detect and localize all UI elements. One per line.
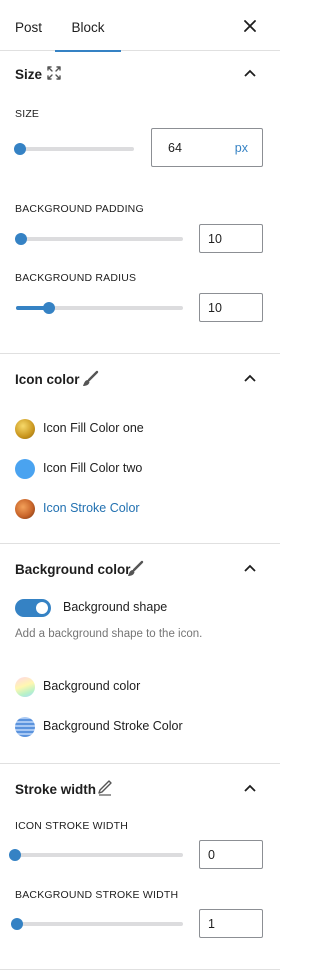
- background-stroke-width-slider-thumb[interactable]: [10, 918, 23, 930]
- size-panel-title[interactable]: Size: [15, 67, 42, 82]
- background-stroke-width-slider[interactable]: [10, 918, 183, 930]
- icon-color-panel: Icon color Icon Fill Color one Icon Fill…: [0, 354, 280, 544]
- close-icon[interactable]: [241, 17, 259, 35]
- size-slider-thumb[interactable]: [13, 143, 26, 155]
- chevron-up-icon[interactable]: [243, 563, 257, 573]
- background-color-panel-title[interactable]: Background color: [15, 562, 131, 577]
- background-padding-value: 10: [208, 231, 222, 246]
- color-swatch: [15, 459, 35, 479]
- size-value: 64: [168, 140, 182, 155]
- sidebar-tabs: Post Block: [0, 0, 280, 52]
- color-option-label: Icon Fill Color two: [43, 461, 143, 475]
- background-stroke-width-label: BACKGROUND STROKE WIDTH: [15, 889, 179, 901]
- tab-post[interactable]: Post: [15, 0, 42, 51]
- pencil-icon: [98, 780, 112, 796]
- background-stroke-color-option[interactable]: Background Stroke Color: [15, 716, 215, 738]
- background-radius-input[interactable]: 10: [199, 293, 263, 322]
- icon-stroke-width-slider[interactable]: [9, 849, 183, 861]
- background-shape-help: Add a background shape to the icon.: [15, 628, 203, 640]
- chevron-up-icon[interactable]: [243, 68, 257, 78]
- background-stroke-width-value: 1: [208, 916, 215, 931]
- background-padding-input[interactable]: 10: [199, 224, 263, 253]
- paint-brush-icon: [83, 370, 99, 386]
- resize-arrows-icon: [47, 66, 61, 80]
- icon-fill-color-one-option[interactable]: Icon Fill Color one: [15, 418, 195, 440]
- icon-stroke-width-value: 0: [208, 847, 215, 862]
- icon-stroke-width-slider-thumb[interactable]: [9, 849, 21, 861]
- size-input[interactable]: 64 px: [151, 128, 263, 167]
- background-stroke-width-input[interactable]: 1: [199, 909, 263, 938]
- background-padding-slider[interactable]: [15, 233, 183, 245]
- tab-block[interactable]: Block: [55, 0, 121, 52]
- icon-stroke-width-input[interactable]: 0: [199, 840, 263, 869]
- size-panel: Size SIZE 64 px BACKGROUND PADDING 10 BA…: [0, 51, 280, 354]
- color-swatch: [15, 677, 35, 697]
- background-padding-label: BACKGROUND PADDING: [15, 203, 144, 215]
- background-color-panel: Background color Background shape Add a …: [0, 544, 280, 764]
- background-radius-slider[interactable]: [16, 302, 183, 314]
- icon-stroke-color-option[interactable]: Icon Stroke Color: [15, 498, 195, 520]
- icon-stroke-width-label: ICON STROKE WIDTH: [15, 820, 129, 832]
- background-padding-slider-thumb[interactable]: [15, 233, 27, 245]
- size-label: SIZE: [15, 108, 40, 120]
- background-shape-toggle[interactable]: [15, 599, 51, 617]
- size-unit-select[interactable]: px: [235, 141, 248, 155]
- color-swatch: [15, 717, 35, 737]
- background-color-option[interactable]: Background color: [15, 676, 195, 698]
- color-swatch: [15, 499, 35, 519]
- color-option-label: Background Stroke Color: [43, 719, 183, 733]
- color-swatch: [15, 419, 35, 439]
- chevron-up-icon[interactable]: [243, 783, 257, 793]
- stroke-width-panel: Stroke width ICON STROKE WIDTH 0 BACKGRO…: [0, 764, 280, 970]
- stroke-width-panel-title[interactable]: Stroke width: [15, 782, 96, 797]
- paint-brush-icon: [128, 560, 144, 576]
- background-radius-label: BACKGROUND RADIUS: [15, 272, 137, 284]
- color-option-label: Background color: [43, 679, 141, 693]
- toggle-knob: [36, 602, 48, 614]
- background-radius-slider-thumb[interactable]: [43, 302, 56, 314]
- chevron-up-icon[interactable]: [243, 373, 257, 383]
- size-slider[interactable]: [13, 143, 134, 155]
- background-radius-value: 10: [208, 300, 222, 315]
- icon-color-panel-title[interactable]: Icon color: [15, 372, 80, 387]
- icon-fill-color-two-option[interactable]: Icon Fill Color two: [15, 458, 195, 480]
- color-option-label: Icon Fill Color one: [43, 421, 144, 435]
- color-option-label: Icon Stroke Color: [43, 501, 140, 515]
- background-shape-label: Background shape: [63, 600, 168, 614]
